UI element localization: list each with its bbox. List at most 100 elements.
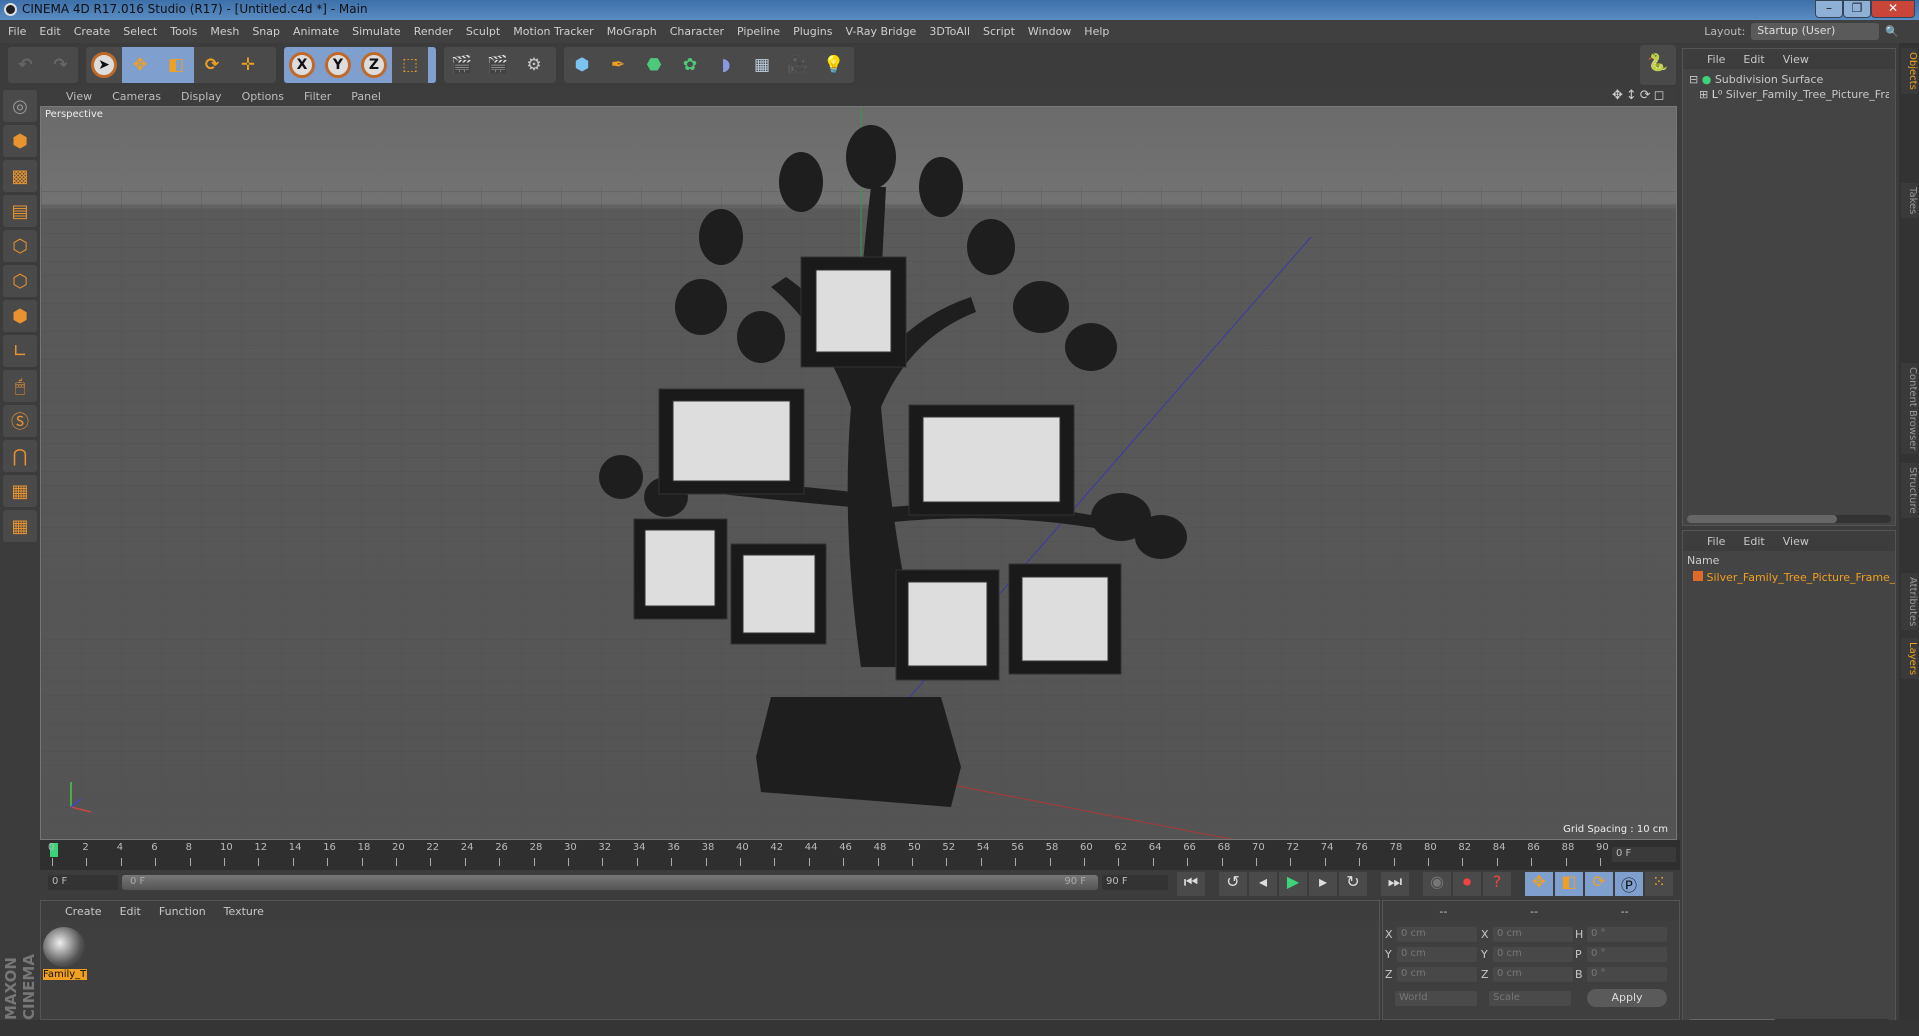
coord-field[interactable]: 0 cm <box>1493 967 1573 982</box>
subdivision-button[interactable]: ⬣ <box>636 47 672 83</box>
menu-render[interactable]: Render <box>414 25 453 38</box>
render-picture-viewer-button[interactable]: 🎬 <box>480 47 516 83</box>
key-position-button[interactable]: ✥ <box>1525 872 1553 896</box>
viewport-perspective[interactable]: Perspective Grid Spacing : 10 cm <box>40 106 1677 840</box>
coord-field[interactable]: 0 cm <box>1493 927 1573 942</box>
key-parameter-button[interactable]: Ⓟ <box>1615 872 1643 896</box>
end-frame-field[interactable]: 90 F <box>1102 875 1168 890</box>
light-button[interactable]: 💡 <box>816 47 852 83</box>
menu-3dtoall[interactable]: 3DToAll <box>929 25 970 38</box>
menu-simulate[interactable]: Simulate <box>352 25 401 38</box>
viewport-menu-filter[interactable]: Filter <box>304 90 331 103</box>
coord-field[interactable]: 0 cm <box>1397 927 1477 942</box>
viewport-menu-cameras[interactable]: Cameras <box>112 90 161 103</box>
model-mode-button[interactable]: ⬢ <box>3 125 37 157</box>
menu-pipeline[interactable]: Pipeline <box>737 25 780 38</box>
make-editable-button[interactable]: ◎ <box>3 90 37 122</box>
restore-button[interactable]: ❐ <box>1843 0 1871 18</box>
scale-tool-button[interactable]: ◧ <box>158 47 194 83</box>
menu-motion-tracker[interactable]: Motion Tracker <box>513 25 593 38</box>
redo-button[interactable]: ↷ <box>43 47 78 83</box>
axis-mode-button[interactable]: ∟ <box>3 335 37 367</box>
coord-field[interactable]: 0 ° <box>1587 927 1667 942</box>
menu-help[interactable]: Help <box>1084 25 1109 38</box>
menu-v-ray-bridge[interactable]: V-Ray Bridge <box>845 25 916 38</box>
menu-tools[interactable]: Tools <box>170 25 197 38</box>
next-frame-button[interactable]: ▸ <box>1309 872 1337 896</box>
coord-mode-dropdown[interactable]: World <box>1395 991 1477 1006</box>
render-settings-button[interactable]: ⚙ <box>516 47 552 83</box>
polygons-mode-button[interactable]: ⬢ <box>3 300 37 332</box>
material-menu-edit[interactable]: Edit <box>120 905 141 918</box>
python-icon[interactable]: 🐍 <box>1640 45 1676 81</box>
render-view-button[interactable]: 🎬 <box>444 47 480 83</box>
side-tab-takes[interactable]: Takes <box>1901 183 1918 219</box>
menu-animate[interactable]: Animate <box>293 25 339 38</box>
key-scale-button[interactable]: ◧ <box>1555 872 1583 896</box>
floor-button[interactable]: ▦ <box>744 47 780 83</box>
deformer-button[interactable]: ◗ <box>708 47 744 83</box>
menu-plugins[interactable]: Plugins <box>793 25 832 38</box>
select-tool-button[interactable]: ➤ <box>86 47 122 83</box>
texture-mode-button[interactable]: ▩ <box>3 160 37 192</box>
material-item[interactable]: Family_T <box>43 927 87 980</box>
z-axis-button[interactable]: Z <box>356 47 392 83</box>
viewport-nav-icons[interactable]: ✥↕⟳◻ <box>1612 88 1667 103</box>
planar-workplane-button[interactable]: ▦ <box>3 510 37 542</box>
minimize-button[interactable]: – <box>1815 0 1843 18</box>
menu-sculpt[interactable]: Sculpt <box>466 25 500 38</box>
menu-script[interactable]: Script <box>983 25 1015 38</box>
undo-button[interactable]: ↶ <box>8 47 43 83</box>
side-tab-attributes[interactable]: Attributes <box>1901 573 1918 631</box>
coord-field[interactable]: 0 cm <box>1493 947 1573 962</box>
edges-mode-button[interactable]: ⬡ <box>3 265 37 297</box>
layer-menu-edit[interactable]: Edit <box>1743 535 1764 548</box>
previous-frame-button[interactable]: ◂ <box>1249 872 1277 896</box>
snap-button[interactable]: Ⓢ <box>3 405 37 437</box>
viewport-menu-options[interactable]: Options <box>242 90 284 103</box>
side-tab-structure[interactable]: Structure <box>1901 463 1918 518</box>
start-frame-field[interactable]: 0 F <box>48 875 118 890</box>
material-menu-texture[interactable]: Texture <box>224 905 264 918</box>
menu-edit[interactable]: Edit <box>39 25 60 38</box>
timeline-ruler[interactable]: 0 2 4 6 8 10 12 14 16 18 20 22 24 26 28 30 32 34 36 38 40 42 4… <box>40 840 1680 870</box>
object-scrollbar[interactable] <box>1687 515 1891 523</box>
material-menu-function[interactable]: Function <box>159 905 206 918</box>
object-menu-view[interactable]: View <box>1783 53 1809 66</box>
next-key-button[interactable]: ↻ <box>1339 872 1367 896</box>
viewport-menu-display[interactable]: Display <box>181 90 222 103</box>
search-icon[interactable]: 🔍 <box>1885 25 1899 38</box>
tweak-mode-button[interactable]: 🖱 <box>3 370 37 402</box>
transform-tool-button[interactable]: ✛ <box>230 47 266 83</box>
apply-button[interactable]: Apply <box>1587 989 1667 1007</box>
layer-row[interactable]: Silver_Family_Tree_Picture_Frame_C <box>1683 570 1895 585</box>
menu-character[interactable]: Character <box>670 25 724 38</box>
coord-field[interactable]: 0 cm <box>1397 947 1477 962</box>
side-tab-layers[interactable]: Layers <box>1901 638 1918 680</box>
magnet-button[interactable]: ⋂ <box>3 440 37 472</box>
frame-range-slider[interactable]: 0 F 90 F <box>122 875 1098 890</box>
coord-field[interactable]: 0 ° <box>1587 967 1667 982</box>
points-mode-button[interactable]: ⬡ <box>3 230 37 262</box>
object-menu-file[interactable]: File <box>1707 53 1725 66</box>
go-to-end-button[interactable]: ⏭ <box>1381 872 1409 896</box>
cube-primitive-button[interactable]: ⬢ <box>564 47 600 83</box>
menu-file[interactable]: File <box>8 25 26 38</box>
layer-menu-file[interactable]: File <box>1707 535 1725 548</box>
coord-field[interactable]: 0 cm <box>1397 967 1477 982</box>
coord-field[interactable]: 0 ° <box>1587 947 1667 962</box>
mograph-cloner-button[interactable]: ✿ <box>672 47 708 83</box>
object-menu-edit[interactable]: Edit <box>1743 53 1764 66</box>
autokey-button[interactable]: ⏺ <box>1453 872 1481 896</box>
key-rotation-button[interactable]: ⟳ <box>1585 872 1613 896</box>
layer-menu-view[interactable]: View <box>1783 535 1809 548</box>
previous-key-button[interactable]: ↺ <box>1219 872 1247 896</box>
keyframe-selection-button[interactable]: ? <box>1483 872 1511 896</box>
viewport-menu-view[interactable]: View <box>66 90 92 103</box>
side-tab-content-browser[interactable]: Content Browser <box>1901 363 1918 455</box>
object-row-subdivision[interactable]: ⊟ ● Subdivision Surface <box>1689 72 1889 87</box>
viewport-menu-panel[interactable]: Panel <box>351 90 381 103</box>
lock-workplane-button[interactable]: ▦ <box>3 475 37 507</box>
record-keys-button[interactable]: ◉ <box>1423 872 1451 896</box>
y-axis-button[interactable]: Y <box>320 47 356 83</box>
